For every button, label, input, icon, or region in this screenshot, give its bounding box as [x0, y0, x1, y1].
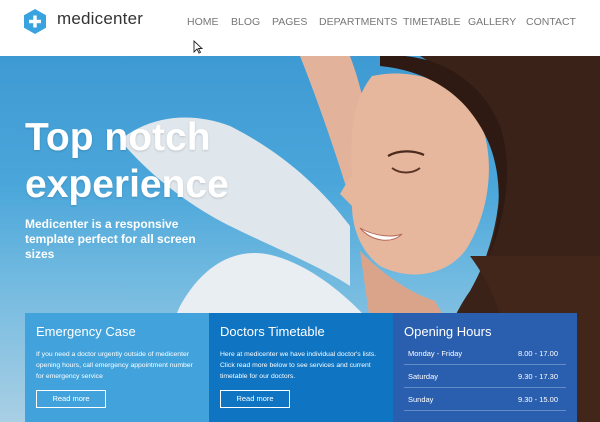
hours-day: Saturday [408, 372, 439, 381]
nav-item-home[interactable]: HOME [187, 16, 219, 28]
nav-item-timetable[interactable]: TIMETABLE [403, 16, 461, 28]
mouse-cursor-icon [193, 40, 203, 54]
hero-title: Top notch experience [25, 116, 229, 206]
nav-item-contact[interactable]: CONTACT [526, 16, 576, 28]
nav-item-blog[interactable]: BLOG [231, 16, 260, 28]
site-header: medicenter HOME BLOG PAGES DEPARTMENTS T… [0, 0, 600, 56]
hero-subtitle: Medicenter is a responsive template perf… [25, 217, 196, 261]
emergency-case-box: Emergency Case If you need a doctor urge… [25, 313, 209, 422]
nav-item-gallery[interactable]: GALLERY [468, 16, 516, 28]
emergency-case-title: Emergency Case [36, 324, 136, 339]
doctors-timetable-text: Here at medicenter we have individual do… [220, 351, 377, 380]
doctors-timetable-title: Doctors Timetable [220, 324, 325, 339]
hours-row: Sunday 9.30 - 15.00 [404, 388, 566, 411]
hours-day: Sunday [408, 395, 434, 404]
emergency-case-text: If you need a doctor urgently outside of… [36, 351, 193, 380]
hours-time: 8.00 - 17.00 [517, 349, 558, 358]
emergency-read-more-button[interactable]: Read more [36, 390, 106, 408]
main-nav: HOME BLOG PAGES DEPARTMENTS TIMETABLE GA… [0, 16, 600, 30]
timetable-read-more-button[interactable]: Read more [220, 390, 290, 408]
nav-item-pages[interactable]: PAGES [272, 16, 307, 28]
hours-time: 9.30 - 15.00 [517, 395, 558, 404]
nav-item-departments[interactable]: DEPARTMENTS [319, 16, 397, 28]
hours-day: Monday - Friday [408, 349, 463, 358]
hours-row: Saturday 9.30 - 17.30 [404, 365, 566, 388]
doctors-timetable-box: Doctors Timetable Here at medicenter we … [209, 313, 393, 422]
hours-row: Monday - Friday 8.00 - 17.00 [404, 342, 566, 365]
opening-hours-box: Opening Hours Monday - Friday 8.00 - 17.… [393, 313, 577, 422]
opening-hours-title: Opening Hours [404, 324, 492, 339]
hours-time: 9.30 - 17.30 [517, 372, 558, 381]
